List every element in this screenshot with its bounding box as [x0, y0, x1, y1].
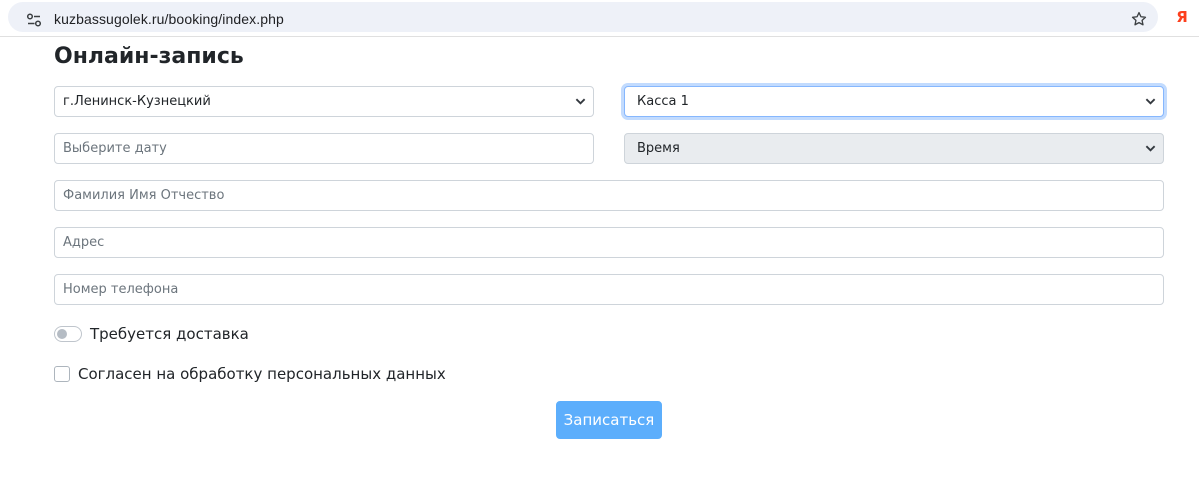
url-text[interactable]: kuzbassugolek.ru/booking/index.php	[54, 11, 284, 27]
tune-icon[interactable]	[26, 12, 42, 28]
address-bar[interactable]: kuzbassugolek.ru/booking/index.php	[8, 2, 1158, 32]
submit-button[interactable]: Записаться	[556, 401, 662, 439]
office-select-value: Касса 1	[637, 94, 689, 109]
full-name-placeholder: Фамилия Имя Отчество	[63, 188, 225, 203]
yandex-icon[interactable]: Я	[1172, 7, 1192, 27]
date-input-placeholder: Выберите дату	[63, 141, 167, 156]
consent-label[interactable]: Согласен на обработку персональных данны…	[78, 365, 446, 383]
city-select-value: г.Ленинск-Кузнецкий	[63, 94, 211, 109]
time-select: Время	[624, 133, 1164, 164]
chevron-down-icon	[1145, 145, 1156, 152]
phone-placeholder: Номер телефона	[63, 282, 179, 297]
page-title: Онлайн-запись	[54, 44, 244, 69]
city-select[interactable]: г.Ленинск-Кузнецкий	[54, 86, 594, 117]
date-input[interactable]: Выберите дату	[54, 133, 594, 164]
phone-input[interactable]: Номер телефона	[54, 274, 1164, 305]
chevron-down-icon	[575, 98, 586, 105]
star-outline-icon[interactable]	[1130, 10, 1148, 28]
full-name-input[interactable]: Фамилия Имя Отчество	[54, 180, 1164, 211]
delivery-switch[interactable]	[54, 326, 82, 342]
chevron-down-icon	[1145, 98, 1156, 105]
office-select[interactable]: Касса 1	[624, 86, 1164, 117]
time-select-value: Время	[637, 141, 680, 156]
switch-knob	[57, 329, 67, 339]
address-input[interactable]: Адрес	[54, 227, 1164, 258]
browser-toolbar: kuzbassugolek.ru/booking/index.php Я	[0, 0, 1199, 37]
consent-checkbox[interactable]	[54, 366, 70, 382]
delivery-switch-label[interactable]: Требуется доставка	[90, 325, 249, 343]
address-placeholder: Адрес	[63, 235, 105, 250]
